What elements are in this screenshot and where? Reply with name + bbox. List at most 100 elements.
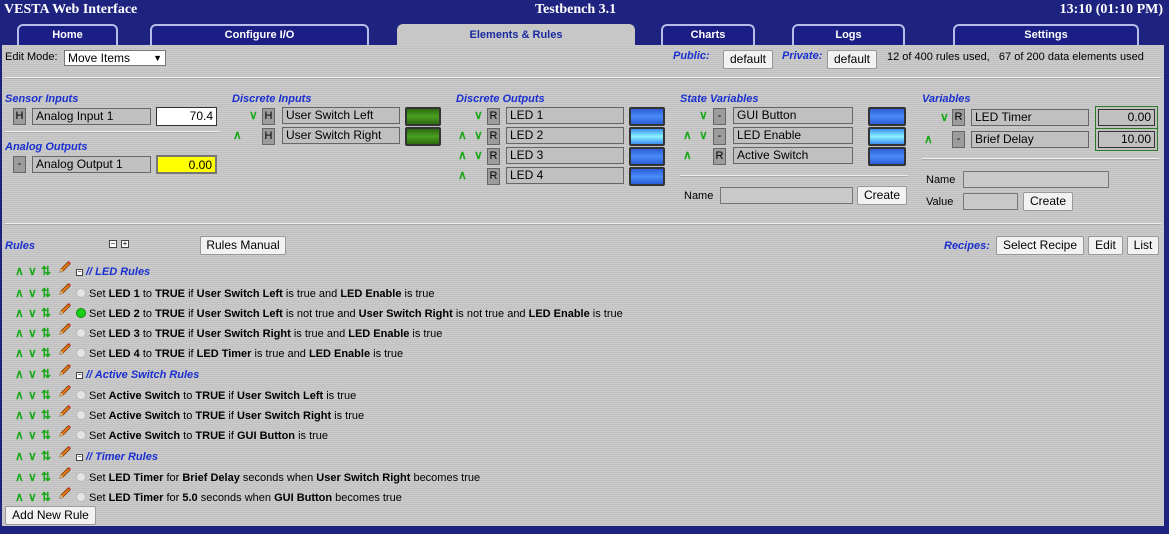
brief-delay-value[interactable]: 10.00 [1098, 131, 1155, 148]
move-icon[interactable]: ⇅ [41, 346, 55, 360]
up-arrow-icon[interactable]: ∧ [15, 470, 25, 484]
move-icon[interactable]: ⇅ [41, 470, 55, 484]
recipe-edit-button[interactable]: Edit [1088, 236, 1123, 255]
collapse-icon[interactable]: − [76, 372, 83, 379]
up-arrow-icon[interactable]: ∧ [924, 132, 933, 146]
active-switch-indicator[interactable] [868, 147, 906, 166]
move-icon[interactable]: ⇅ [41, 449, 55, 463]
move-icon[interactable]: ⇅ [41, 264, 55, 278]
tab-logs[interactable]: Logs [792, 24, 905, 45]
pencil-icon[interactable] [58, 404, 72, 418]
pencil-icon[interactable] [58, 363, 72, 377]
down-arrow-icon[interactable]: ∨ [474, 108, 483, 122]
move-icon[interactable]: ⇅ [41, 286, 55, 300]
rule-row[interactable]: ∧ ∨ ⇅ Set Active Switch to TRUE if User Swi… [15, 404, 364, 422]
var-name-input[interactable] [963, 171, 1109, 188]
up-arrow-icon[interactable]: ∧ [15, 306, 25, 320]
down-arrow-icon[interactable]: ∨ [699, 108, 708, 122]
down-arrow-icon[interactable]: ∨ [28, 490, 38, 504]
collapse-icon[interactable]: − [76, 454, 83, 461]
down-arrow-icon[interactable]: ∨ [28, 346, 38, 360]
collapse-icon[interactable]: − [76, 269, 83, 276]
pencil-icon[interactable] [58, 424, 72, 438]
rules-manual-button[interactable]: Rules Manual [200, 236, 286, 255]
var-create-button[interactable]: Create [1023, 192, 1073, 211]
var-value-input[interactable] [963, 193, 1018, 210]
collapse-all-icon[interactable]: − [109, 240, 117, 248]
up-arrow-icon[interactable]: ∧ [233, 128, 242, 142]
pencil-icon[interactable] [58, 486, 72, 500]
rule-comment-row[interactable]: ∧ ∨ ⇅ −// Active Switch Rules [15, 363, 199, 381]
rule-row[interactable]: ∧ ∨ ⇅ Set Active Switch to TRUE if GUI Butt… [15, 424, 328, 442]
tab-configure-io[interactable]: Configure I/O [150, 24, 369, 45]
up-arrow-icon[interactable]: ∧ [15, 408, 25, 422]
state-create-button[interactable]: Create [857, 186, 907, 205]
tab-home[interactable]: Home [17, 24, 118, 45]
down-arrow-icon[interactable]: ∨ [28, 306, 38, 320]
up-arrow-icon[interactable]: ∧ [683, 128, 692, 142]
up-arrow-icon[interactable]: ∧ [15, 490, 25, 504]
public-default-button[interactable]: default [723, 50, 773, 69]
up-arrow-icon[interactable]: ∧ [458, 148, 467, 162]
tab-elements-rules[interactable]: Elements & Rules [397, 24, 635, 46]
up-arrow-icon[interactable]: ∧ [15, 449, 25, 463]
down-arrow-icon[interactable]: ∨ [474, 148, 483, 162]
rule-row[interactable]: ∧ ∨ ⇅ Set LED 4 to TRUE if LED Timer is tru… [15, 342, 403, 360]
tab-settings[interactable]: Settings [953, 24, 1139, 45]
rule-comment-row[interactable]: ∧ ∨ ⇅ −// Timer Rules [15, 445, 158, 463]
tab-charts[interactable]: Charts [661, 24, 755, 45]
down-arrow-icon[interactable]: ∨ [28, 449, 38, 463]
down-arrow-icon[interactable]: ∨ [699, 128, 708, 142]
pencil-icon[interactable] [58, 302, 72, 316]
up-arrow-icon[interactable]: ∧ [458, 128, 467, 142]
down-arrow-icon[interactable]: ∨ [474, 128, 483, 142]
rule-row[interactable]: ∧ ∨ ⇅ Set LED Timer for 5.0 seconds when GU… [15, 486, 402, 504]
move-icon[interactable]: ⇅ [41, 388, 55, 402]
led-enable-indicator[interactable] [868, 127, 906, 146]
pencil-icon[interactable] [58, 466, 72, 480]
pencil-icon[interactable] [58, 322, 72, 336]
up-arrow-icon[interactable]: ∧ [458, 168, 467, 182]
up-arrow-icon[interactable]: ∧ [15, 286, 25, 300]
down-arrow-icon[interactable]: ∨ [28, 367, 38, 381]
move-icon[interactable]: ⇅ [41, 428, 55, 442]
down-arrow-icon[interactable]: ∨ [28, 326, 38, 340]
pencil-icon[interactable] [58, 260, 72, 274]
down-arrow-icon[interactable]: ∨ [28, 264, 38, 278]
move-icon[interactable]: ⇅ [41, 490, 55, 504]
pencil-icon[interactable] [58, 342, 72, 356]
rule-row[interactable]: ∧ ∨ ⇅ Set Active Switch to TRUE if User Swi… [15, 384, 356, 402]
recipe-list-button[interactable]: List [1127, 236, 1159, 255]
pencil-icon[interactable] [58, 384, 72, 398]
rule-row[interactable]: ∧ ∨ ⇅ Set LED 2 to TRUE if User Switch Left… [15, 302, 623, 320]
pencil-icon[interactable] [58, 445, 72, 459]
down-arrow-icon[interactable]: ∨ [940, 110, 949, 124]
move-icon[interactable]: ⇅ [41, 326, 55, 340]
up-arrow-icon[interactable]: ∧ [15, 428, 25, 442]
analog-output-value[interactable]: 0.00 [156, 155, 217, 174]
down-arrow-icon[interactable]: ∨ [28, 428, 38, 442]
rule-row[interactable]: ∧ ∨ ⇅ Set LED Timer for Brief Delay seconds… [15, 466, 480, 484]
down-arrow-icon[interactable]: ∨ [28, 388, 38, 402]
move-icon[interactable]: ⇅ [41, 367, 55, 381]
add-new-rule-button[interactable]: Add New Rule [5, 506, 96, 525]
up-arrow-icon[interactable]: ∧ [15, 388, 25, 402]
move-icon[interactable]: ⇅ [41, 408, 55, 422]
edit-mode-select[interactable]: Move Items ▼ [64, 50, 166, 66]
down-arrow-icon[interactable]: ∨ [28, 408, 38, 422]
up-arrow-icon[interactable]: ∧ [15, 346, 25, 360]
down-arrow-icon[interactable]: ∨ [249, 108, 258, 122]
move-icon[interactable]: ⇅ [41, 306, 55, 320]
down-arrow-icon[interactable]: ∨ [28, 470, 38, 484]
rule-comment-row[interactable]: ∧ ∨ ⇅ −// LED Rules [15, 260, 150, 278]
up-arrow-icon[interactable]: ∧ [15, 326, 25, 340]
state-name-input[interactable] [720, 187, 853, 204]
gui-button-indicator[interactable] [868, 107, 906, 126]
rule-row[interactable]: ∧ ∨ ⇅ Set LED 1 to TRUE if User Switch Left… [15, 283, 434, 300]
down-arrow-icon[interactable]: ∨ [28, 286, 38, 300]
expand-all-icon[interactable]: + [121, 240, 129, 248]
up-arrow-icon[interactable]: ∧ [15, 264, 25, 278]
private-default-button[interactable]: default [827, 50, 877, 69]
rule-row[interactable]: ∧ ∨ ⇅ Set LED 3 to TRUE if User Switch Righ… [15, 322, 442, 340]
up-arrow-icon[interactable]: ∧ [15, 367, 25, 381]
